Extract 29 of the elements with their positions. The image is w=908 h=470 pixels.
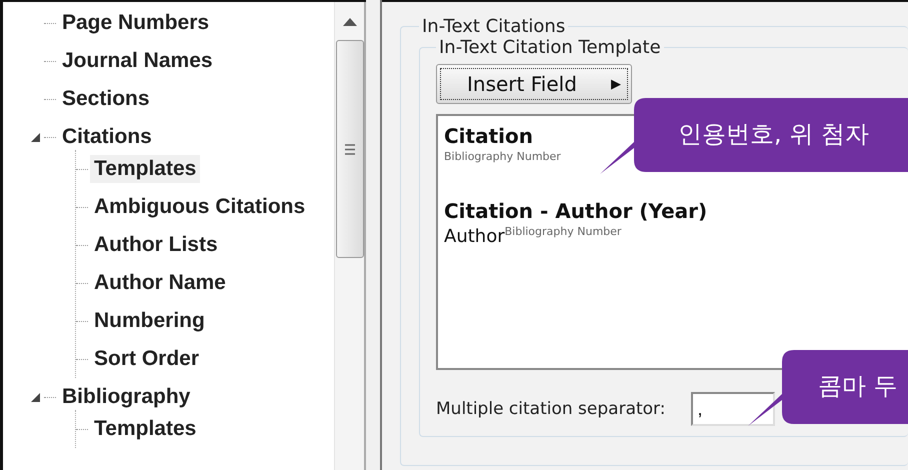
template-line[interactable]: Author$^{Bibliography Number}$ [444,223,622,246]
callout-text: 콤마 두 [818,371,898,402]
scroll-up-icon[interactable] [342,18,356,26]
expander-icon[interactable] [31,392,40,402]
tree-item[interactable]: Journal Names [58,47,217,75]
tree-item[interactable]: Author Lists [90,231,222,259]
template-heading: Citation - Author (Year) [444,199,708,223]
tree-item[interactable]: Sort Order [90,345,204,373]
callout-text: 인용번호, 위 첨자 [678,119,869,150]
tree-item[interactable]: Citations [58,123,156,151]
insert-field-button[interactable]: Insert Field ▶ [436,64,632,104]
tree-item[interactable]: Ambiguous Citations [90,193,310,221]
group-title: In-Text Citations [421,16,566,37]
grip-icon [344,144,354,154]
tree-item[interactable]: Templates [90,155,200,183]
scroll-thumb[interactable] [336,40,364,258]
separator-field[interactable]: , [691,392,776,426]
tree-item[interactable]: Bibliography [58,383,194,411]
expander-icon[interactable] [31,132,40,142]
template-heading: Citation [444,124,533,148]
tree-item[interactable]: Templates [90,415,200,443]
tree-item[interactable]: Sections [58,85,154,113]
field-label: Multiple citation separator: [436,399,666,419]
template-line[interactable]: Bibliography Number [444,148,561,171]
tree-item[interactable]: Page Numbers [58,9,214,37]
tree-item[interactable]: Author Name [90,269,230,297]
group-title: In-Text Citation Template [438,37,662,58]
tree-item[interactable]: Numbering [90,307,209,335]
scrollbar[interactable] [334,2,366,470]
